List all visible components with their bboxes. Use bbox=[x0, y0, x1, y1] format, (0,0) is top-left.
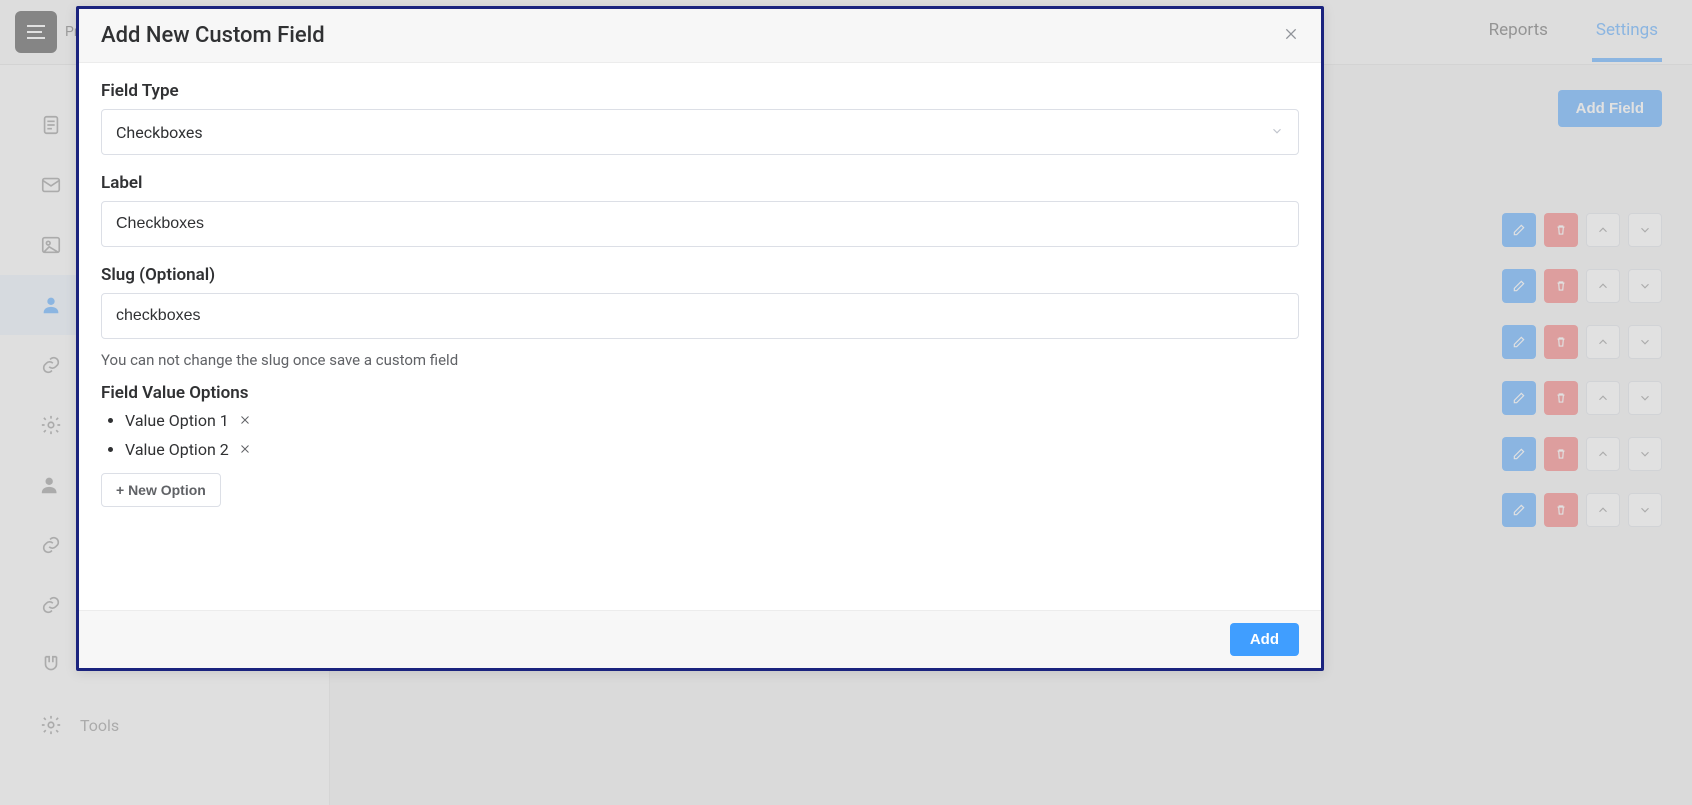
modal-body: Field Type Checkboxes Label Slug (Option… bbox=[79, 63, 1321, 610]
options-list: Value Option 1 Value Option 2 bbox=[125, 411, 1299, 459]
option-text: Value Option 2 bbox=[125, 440, 229, 459]
option-item: Value Option 1 bbox=[125, 411, 1299, 430]
field-type-value: Checkboxes bbox=[116, 123, 203, 142]
add-field-modal: Add New Custom Field Field Type Checkbox… bbox=[76, 6, 1324, 671]
field-type-label: Field Type bbox=[101, 81, 1299, 101]
field-type-select[interactable]: Checkboxes bbox=[101, 109, 1299, 155]
slug-help-text: You can not change the slug once save a … bbox=[101, 351, 1299, 369]
slug-label: Slug (Optional) bbox=[101, 265, 1299, 285]
submit-button[interactable]: Add bbox=[1230, 623, 1299, 656]
remove-option-icon[interactable] bbox=[239, 411, 251, 430]
label-label: Label bbox=[101, 173, 1299, 193]
remove-option-icon[interactable] bbox=[239, 440, 251, 459]
option-text: Value Option 1 bbox=[125, 411, 229, 430]
slug-row: Slug (Optional) bbox=[101, 265, 1299, 339]
modal-title: Add New Custom Field bbox=[101, 23, 325, 48]
slug-input[interactable] bbox=[101, 293, 1299, 339]
field-type-row: Field Type Checkboxes bbox=[101, 81, 1299, 155]
modal-footer: Add bbox=[79, 610, 1321, 668]
label-row: Label bbox=[101, 173, 1299, 247]
modal-header: Add New Custom Field bbox=[79, 9, 1321, 63]
option-item: Value Option 2 bbox=[125, 440, 1299, 459]
chevron-down-icon bbox=[1270, 123, 1284, 142]
close-icon[interactable] bbox=[1283, 26, 1299, 46]
new-option-button[interactable]: + New Option bbox=[101, 473, 221, 507]
label-input[interactable] bbox=[101, 201, 1299, 247]
options-label: Field Value Options bbox=[101, 383, 1299, 403]
